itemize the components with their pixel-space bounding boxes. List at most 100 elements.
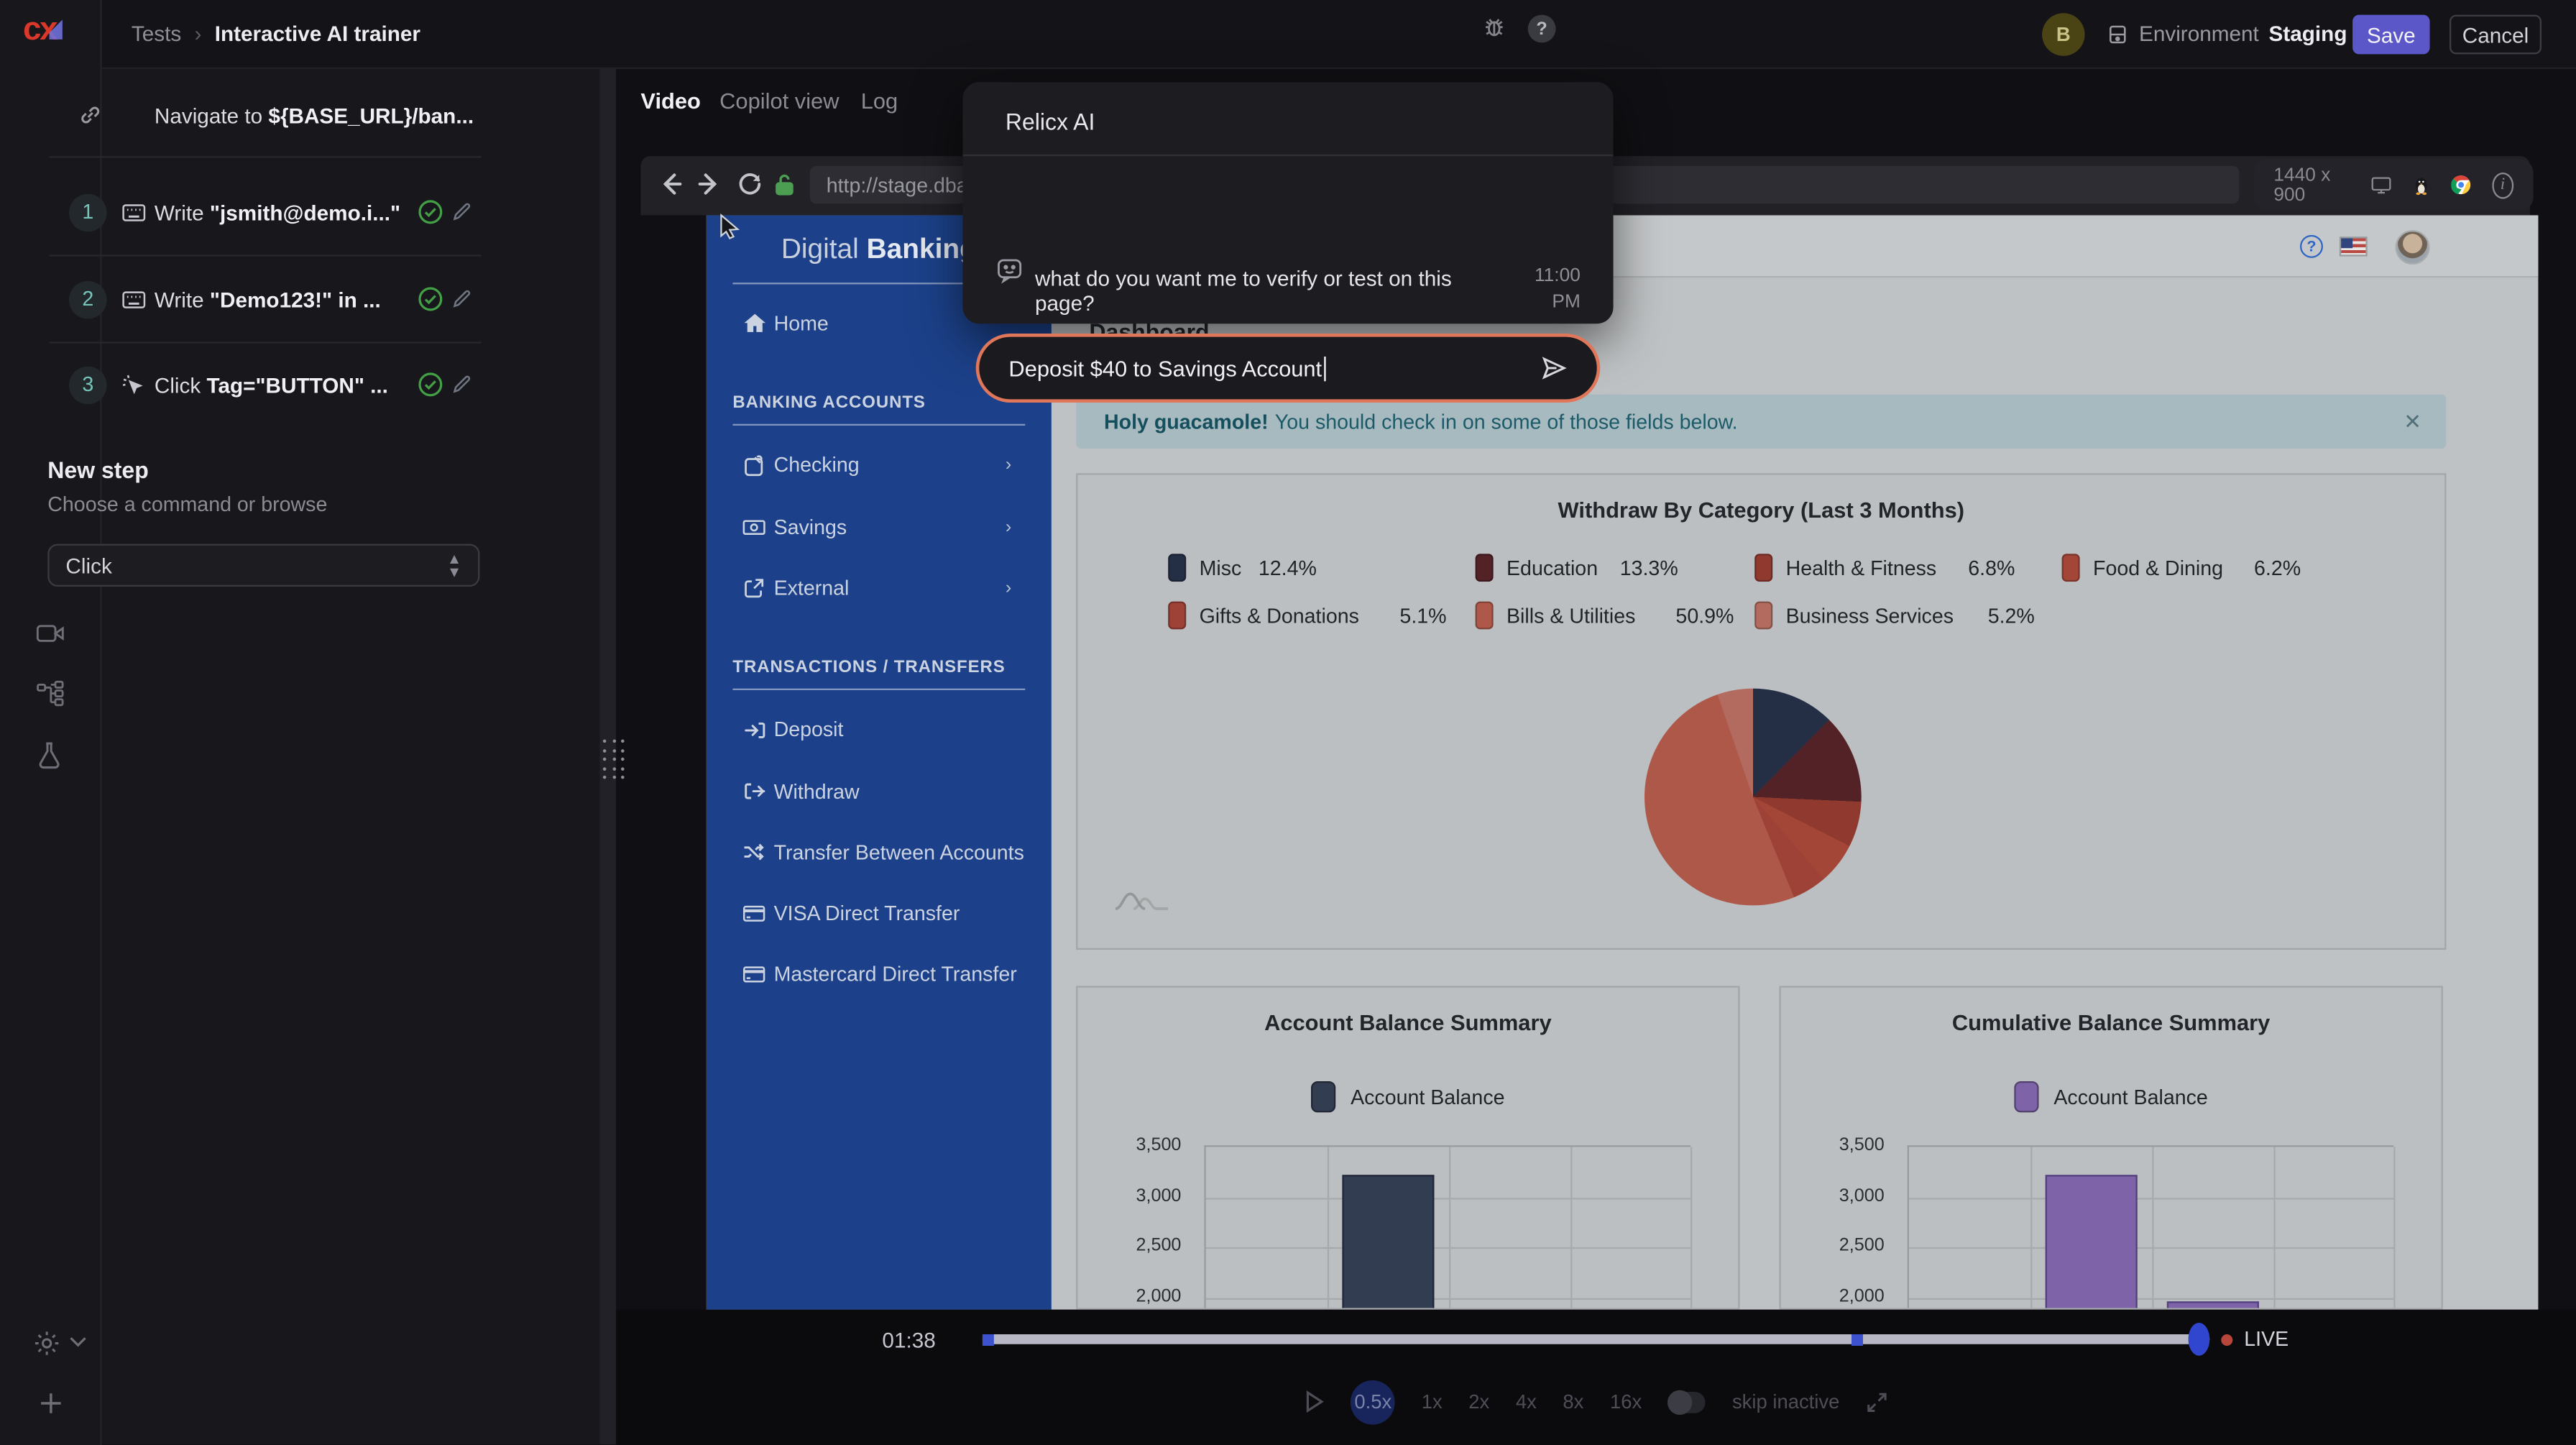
sitemap-icon[interactable] bbox=[36, 680, 65, 707]
bar-chart-legend[interactable]: Account Balance bbox=[1077, 1081, 1738, 1112]
environment-selector[interactable]: Environment Staging bbox=[2106, 22, 2347, 46]
legend-gifts-donations[interactable]: Gifts & Donations 5.1% bbox=[1168, 602, 1446, 630]
avatar[interactable]: B bbox=[2042, 13, 2084, 55]
bank-nav-checking[interactable]: Checking› bbox=[707, 449, 1052, 482]
send-icon[interactable] bbox=[1541, 357, 1568, 380]
money-bill-icon bbox=[741, 518, 768, 535]
select-chevrons-icon: ▲▼ bbox=[447, 552, 461, 579]
edit-pencil-icon[interactable] bbox=[452, 202, 472, 221]
banking-section-accounts: BANKING ACCOUNTS bbox=[732, 393, 925, 412]
timeline-marker[interactable] bbox=[1852, 1334, 1863, 1345]
speed-0.5x[interactable]: 0.5x bbox=[1351, 1380, 1395, 1424]
legend-business-services[interactable]: Business Services 5.2% bbox=[1754, 602, 2035, 630]
step-navigate[interactable]: Navigate to ${BASE_URL}/ban... bbox=[0, 73, 498, 158]
ai-prompt-input[interactable]: Deposit $40 to Savings Account bbox=[976, 334, 1601, 403]
step-row-1[interactable]: 1 Write "jsmith@demo.i..." bbox=[0, 169, 498, 254]
bug-icon[interactable] bbox=[1482, 15, 1506, 40]
us-flag-icon[interactable] bbox=[2340, 237, 2368, 256]
app-logo[interactable]: cx bbox=[23, 12, 56, 50]
flask-icon[interactable] bbox=[36, 741, 63, 769]
info-icon[interactable]: i bbox=[2492, 172, 2513, 198]
credit-card-icon bbox=[741, 905, 768, 922]
speed-4x[interactable]: 4x bbox=[1516, 1390, 1537, 1413]
legend-education[interactable]: Education 13.3% bbox=[1476, 554, 1678, 582]
legend-bills-utilities[interactable]: Bills & Utilities 50.9% bbox=[1476, 602, 1734, 630]
legend-misc[interactable]: Misc 12.4% bbox=[1168, 554, 1317, 582]
speed-16x[interactable]: 16x bbox=[1610, 1390, 1642, 1413]
bank-nav-deposit[interactable]: Deposit bbox=[707, 713, 1052, 746]
message-timestamp: 11:00PM bbox=[1489, 263, 1581, 316]
bank-nav-external[interactable]: External› bbox=[707, 572, 1052, 605]
forward-icon[interactable] bbox=[696, 171, 723, 198]
home-icon bbox=[741, 314, 768, 334]
skip-inactive-label: skip inactive bbox=[1732, 1390, 1839, 1413]
fullscreen-icon[interactable] bbox=[1866, 1391, 1887, 1413]
tab-video[interactable]: Video bbox=[640, 88, 700, 113]
speed-1x[interactable]: 1x bbox=[1422, 1390, 1443, 1413]
bar-plot-area bbox=[1908, 1145, 2394, 1310]
timeline-marker[interactable] bbox=[983, 1334, 994, 1345]
gear-icon[interactable] bbox=[33, 1329, 61, 1357]
tab-copilot-view[interactable]: Copilot view bbox=[719, 88, 839, 113]
bank-help-icon[interactable]: ? bbox=[2300, 235, 2323, 258]
tab-log[interactable]: Log bbox=[861, 88, 898, 113]
step-row-3[interactable]: 3 Click Tag="BUTTON" ... bbox=[0, 341, 498, 427]
account-balance-bar[interactable] bbox=[1342, 1175, 1434, 1309]
step-row-2[interactable]: 2 Write "Demo123!" in ... bbox=[0, 257, 498, 342]
alert-close-icon[interactable]: ✕ bbox=[2404, 408, 2421, 435]
withdraw-pie[interactable] bbox=[1644, 689, 1862, 906]
playhead[interactable] bbox=[2189, 1323, 2210, 1356]
cumulative-balance-bar[interactable] bbox=[2046, 1175, 2138, 1309]
chevron-right-icon: › bbox=[1006, 579, 1011, 598]
check-circle-icon bbox=[418, 372, 444, 398]
command-select[interactable]: Click ▲▼ bbox=[47, 544, 479, 587]
back-icon[interactable] bbox=[657, 171, 684, 198]
keyboard-icon bbox=[121, 290, 146, 308]
speed-8x[interactable]: 8x bbox=[1563, 1390, 1583, 1413]
playback-time: 01:38 bbox=[882, 1328, 935, 1352]
cancel-button[interactable]: Cancel bbox=[2450, 15, 2542, 55]
refresh-icon[interactable] bbox=[737, 171, 762, 198]
timeline-track[interactable] bbox=[983, 1334, 2209, 1344]
chevron-right-icon: › bbox=[1006, 455, 1011, 474]
cumulative-balance-card: Cumulative Balance Summary Account Balan… bbox=[1779, 986, 2442, 1309]
text-caret bbox=[1323, 356, 1325, 380]
bank-user-avatar[interactable] bbox=[2396, 230, 2430, 265]
video-camera-icon[interactable] bbox=[36, 621, 65, 646]
bank-nav-mastercard[interactable]: Mastercard Direct Transfer bbox=[707, 958, 1052, 991]
help-icon[interactable]: ? bbox=[1528, 15, 1556, 43]
legend-health-fitness[interactable]: Health & Fitness 6.8% bbox=[1754, 554, 2015, 582]
legend-food-dining[interactable]: Food & Dining 6.2% bbox=[2062, 554, 2301, 582]
save-button[interactable]: Save bbox=[2352, 15, 2429, 55]
bank-nav-transfer[interactable]: Transfer Between Accounts bbox=[707, 835, 1052, 868]
pen-square-icon bbox=[741, 454, 768, 476]
credit-card-icon bbox=[741, 966, 768, 983]
link-icon bbox=[79, 104, 102, 127]
video-player-bar: 01:38 LIVE 0.5x 1x 2x 4x 8x 16x skip ina… bbox=[616, 1310, 2576, 1445]
bar-chart-title: Account Balance Summary bbox=[1077, 1011, 1738, 1035]
check-circle-icon bbox=[418, 199, 444, 226]
external-link-icon bbox=[741, 579, 768, 598]
bar-chart-legend[interactable]: Account Balance bbox=[1781, 1081, 2442, 1112]
play-icon[interactable] bbox=[1305, 1390, 1324, 1413]
speed-2x[interactable]: 2x bbox=[1468, 1390, 1489, 1413]
bank-nav-withdraw[interactable]: Withdraw bbox=[707, 775, 1052, 808]
chevron-down-icon[interactable] bbox=[69, 1336, 87, 1347]
relicx-ai-overlay: Relicx AI what do you want me to verify … bbox=[962, 82, 1613, 324]
add-step-icon[interactable] bbox=[40, 1392, 63, 1415]
edit-pencil-icon[interactable] bbox=[452, 289, 472, 308]
pie-chart-title: Withdraw By Category (Last 3 Months) bbox=[1077, 498, 2444, 523]
skip-inactive-toggle[interactable] bbox=[1668, 1391, 1706, 1413]
banking-section-transactions: TRANSACTIONS / TRANSFERS bbox=[732, 657, 1005, 676]
edit-pencil-icon[interactable] bbox=[452, 375, 472, 394]
bank-nav-savings[interactable]: Savings› bbox=[707, 510, 1052, 543]
sign-out-icon bbox=[741, 782, 768, 800]
chrome-icon bbox=[2450, 173, 2470, 197]
sparkline-icon bbox=[1114, 889, 1170, 912]
breadcrumb-tests[interactable]: Tests bbox=[132, 22, 181, 46]
breadcrumb-separator-icon: › bbox=[194, 22, 201, 46]
bank-nav-visa[interactable]: VISA Direct Transfer bbox=[707, 897, 1052, 930]
bar-plot-area bbox=[1204, 1145, 1690, 1310]
cumulative-balance-bar[interactable] bbox=[2167, 1301, 2259, 1310]
chat-bubble-icon bbox=[995, 257, 1024, 285]
